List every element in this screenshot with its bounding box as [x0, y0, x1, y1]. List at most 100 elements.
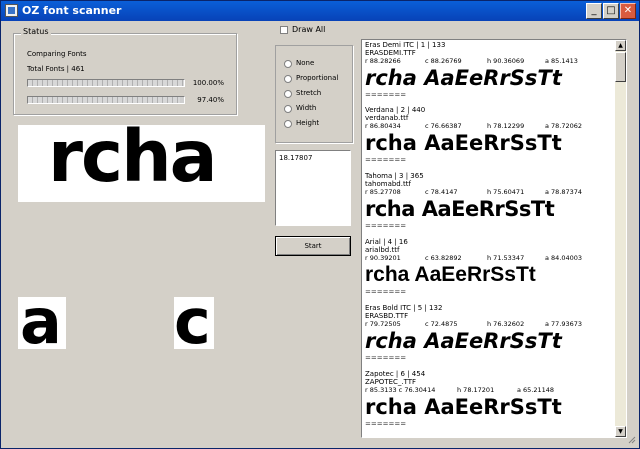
scale-mode-group: None Proportional Stretch Width Height [275, 45, 353, 143]
scroll-down-button[interactable]: ▼ [615, 426, 626, 437]
stat-h: h 71.53347 [487, 254, 525, 262]
minimize-button[interactable]: _ [586, 3, 602, 19]
stat-h: h 90.36069 [487, 57, 525, 65]
stat-r: r 79.72505 [365, 320, 401, 328]
stat-a: a 78.72062 [545, 122, 583, 130]
stat-h: h 75.60471 [487, 188, 525, 196]
title-bar[interactable]: OZ font scanner _ □ ✕ [1, 1, 639, 21]
separator: ======= [365, 354, 407, 362]
separator: ======= [365, 222, 407, 230]
radio-height[interactable] [284, 120, 292, 128]
glyph-preview-a: a [18, 297, 66, 349]
font-file: ERASDEMI.TTF [365, 49, 416, 57]
list-item[interactable]: Arial | 4 | 16 arialbd.ttf r 90.39201 c … [365, 238, 615, 296]
resize-grip-icon[interactable] [628, 436, 636, 444]
stat-c: c 72.4875 [425, 320, 458, 328]
stat-c: c 88.26769 [425, 57, 462, 65]
separator: ======= [365, 420, 407, 428]
font-title: Verdana | 2 | 440 [365, 106, 426, 114]
font-stats: r 85.3133 c 76.30414 h 78.17201 a 65.211… [365, 386, 615, 394]
list-item[interactable]: Eras Demi ITC | 1 | 133 ERASDEMI.TTF r 8… [365, 41, 615, 99]
stat-h: h 78.17201 [457, 386, 495, 394]
stat-c: c 63.82892 [425, 254, 462, 262]
stat-r: r 90.39201 [365, 254, 401, 262]
progress-bar-current [27, 96, 185, 104]
radio-stretch[interactable] [284, 90, 292, 98]
stat-a: a 78.87374 [545, 188, 583, 196]
list-item[interactable]: Eras Bold ITC | 5 | 132 ERASBD.TTF r 79.… [365, 304, 615, 362]
maximize-button[interactable]: □ [603, 3, 619, 19]
draw-all-label[interactable]: Draw All [292, 25, 325, 34]
mode-height-label: Height [296, 119, 320, 127]
font-title: Tahoma | 3 | 365 [365, 172, 424, 180]
font-title: Zapotec | 6 | 454 [365, 370, 426, 378]
separator: ======= [365, 288, 407, 296]
status-group: Status Comparing Fonts Total Fonts | 461… [13, 27, 237, 115]
start-button[interactable]: Start [275, 236, 351, 256]
radio-proportional[interactable] [284, 75, 292, 83]
results-list[interactable]: Eras Demi ITC | 1 | 133 ERASDEMI.TTF r 8… [361, 39, 627, 438]
preview-text: rcha [48, 125, 218, 198]
output-text: 18.17807 [279, 154, 313, 162]
stat-r: r 88.28266 [365, 57, 401, 65]
stat-a: a 85.1413 [545, 57, 578, 65]
main-window: OZ font scanner _ □ ✕ Status Comparing F… [0, 0, 640, 449]
comparing-label: Comparing Fonts [27, 50, 87, 58]
font-file: tahomabd.ttf [365, 180, 411, 188]
font-title: Eras Bold ITC | 5 | 132 [365, 304, 443, 312]
font-file: ZAPOTEC_.TTF [365, 378, 417, 386]
status-group-title: Status [21, 27, 51, 36]
glyph-c: c [174, 297, 211, 349]
draw-all-checkbox[interactable] [280, 26, 288, 34]
stat-a: a 77.93673 [545, 320, 583, 328]
radio-width[interactable] [284, 105, 292, 113]
list-item[interactable]: Verdana | 2 | 440 verdanab.ttf r 86.8043… [365, 106, 615, 164]
progress-current-label: 97.40% [197, 96, 224, 104]
progress-fill-current [28, 97, 180, 103]
results-scrollbar[interactable]: ▲ ▼ [615, 40, 626, 437]
mode-width-label: Width [296, 104, 317, 112]
mode-stretch-label: Stretch [296, 89, 322, 97]
stat-c: c 76.66387 [425, 122, 462, 130]
preview-image: rcha [18, 125, 265, 202]
font-sample: rcha AaEeRrSsTt [365, 131, 562, 155]
font-file: verdanab.ttf [365, 114, 409, 122]
output-textbox[interactable]: 18.17807 [275, 150, 351, 226]
glyph-a: a [20, 297, 62, 349]
stat-a: a 84.04003 [545, 254, 583, 262]
progress-total-label: 100.00% [192, 79, 224, 87]
progress-bar-total [27, 79, 185, 87]
font-stats: r 90.39201 c 63.82892 h 71.53347 a 84.04… [365, 254, 615, 262]
font-file: arialbd.ttf [365, 246, 400, 254]
scroll-up-button[interactable]: ▲ [615, 40, 626, 51]
stat-r: r 86.80434 [365, 122, 401, 130]
font-stats: r 85.27708 c 78.4147 h 75.60471 a 78.873… [365, 188, 615, 196]
scroll-thumb[interactable] [615, 52, 626, 82]
font-title: Eras Demi ITC | 1 | 133 [365, 41, 446, 49]
font-stats: r 86.80434 c 76.66387 h 78.12299 a 78.72… [365, 122, 615, 130]
glyph-preview-c: c [174, 297, 214, 349]
font-sample: rcha AaEeRrSsTt [365, 395, 562, 419]
list-item[interactable]: Zapotec | 6 | 454 ZAPOTEC_.TTF r 85.3133… [365, 370, 615, 428]
separator: ======= [365, 156, 407, 164]
total-fonts-label: Total Fonts | 461 [27, 65, 85, 73]
stat-h: h 78.12299 [487, 122, 525, 130]
font-stats: r 88.28266 c 88.26769 h 90.36069 a 85.14… [365, 57, 615, 65]
font-sample: rcha AaEeRrSsTt [365, 329, 562, 353]
window-title: OZ font scanner [22, 4, 122, 17]
radio-none[interactable] [284, 60, 292, 68]
font-title: Arial | 4 | 16 [365, 238, 408, 246]
stat-r: r 85.3133 c 76.30414 [365, 386, 436, 394]
app-icon [5, 4, 18, 17]
font-sample: rcha AaEeRrSsTt [365, 197, 555, 221]
font-stats: r 79.72505 c 72.4875 h 76.32602 a 77.936… [365, 320, 615, 328]
font-sample: rcha AaEeRrSsTt [365, 263, 536, 286]
close-button[interactable]: ✕ [620, 3, 636, 19]
separator: ======= [365, 91, 407, 99]
list-item[interactable]: Tahoma | 3 | 365 tahomabd.ttf r 85.27708… [365, 172, 615, 230]
stat-a: a 65.21148 [517, 386, 555, 394]
client-area: Status Comparing Fonts Total Fonts | 461… [4, 22, 636, 446]
mode-none-label: None [296, 59, 315, 67]
stat-h: h 76.32602 [487, 320, 525, 328]
mode-proportional-label: Proportional [296, 74, 339, 82]
